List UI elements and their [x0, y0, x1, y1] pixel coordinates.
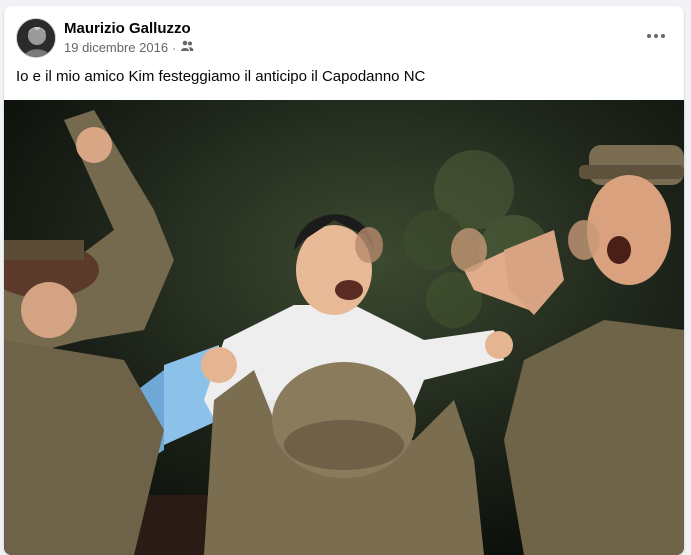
author-avatar[interactable]	[16, 18, 56, 58]
author-name[interactable]: Maurizio Galluzzo	[64, 20, 191, 37]
post-text: Io e il mio amico Kim festeggiamo il ant…	[16, 68, 426, 85]
meta-separator: ·	[172, 40, 177, 55]
post-card: Maurizio Galluzzo 19 dicembre 2016 · Io …	[4, 6, 684, 555]
post-photo[interactable]	[4, 100, 684, 555]
post-date[interactable]: 19 dicembre 2016	[64, 40, 168, 55]
post-meta: 19 dicembre 2016 ·	[64, 40, 194, 55]
more-options-icon[interactable]	[644, 24, 668, 48]
avatar-image	[17, 19, 55, 57]
photo-illustration	[4, 100, 684, 555]
friends-icon[interactable]	[180, 40, 194, 55]
